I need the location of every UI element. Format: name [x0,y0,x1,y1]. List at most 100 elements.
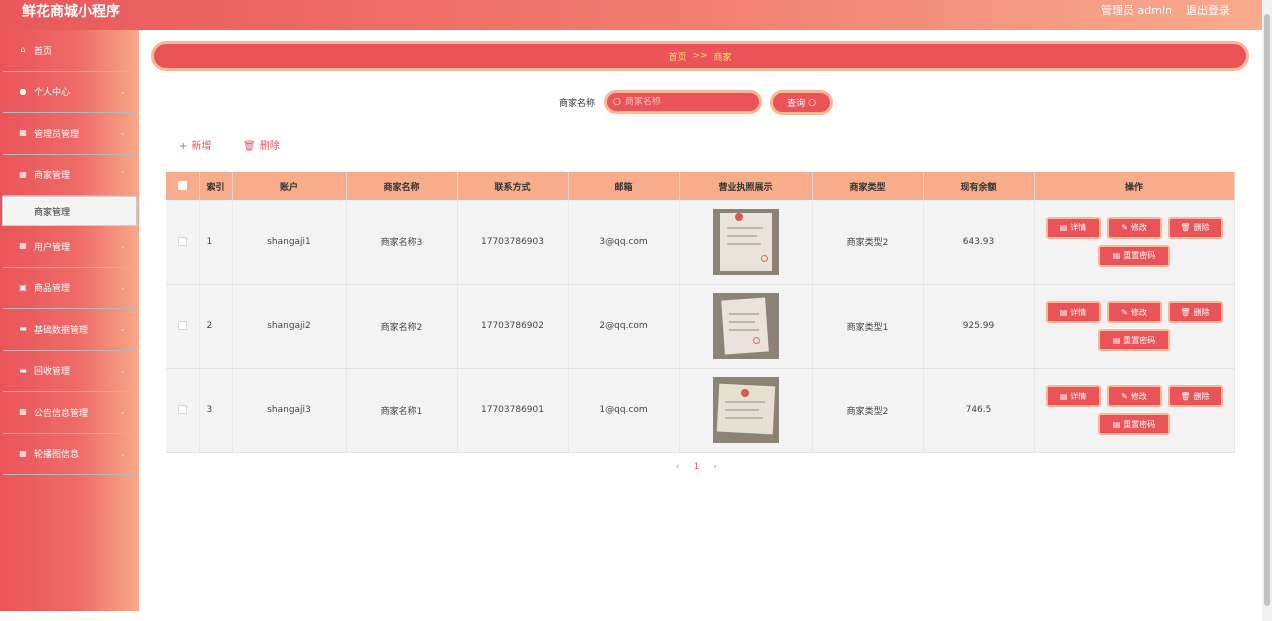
ops-cell: ▤ 详情 ✎ 修改 🗑 删除 ▤ 重置密码 [1034,200,1235,285]
sidebar-item-label: 管理员管理 [34,129,80,140]
phone-cell: 17703786902 [457,284,569,369]
delete-button[interactable]: 🗑 删除 [1167,385,1223,407]
sidebar-item-label: 首页 [34,46,53,57]
email-cell: 1@qq.com [568,368,680,453]
scrollbar-thumb[interactable] [1264,14,1270,606]
row-checkbox[interactable] [177,405,187,414]
row-checkbox[interactable] [177,321,187,330]
license-cell [679,368,813,453]
next-page-button[interactable]: › [713,462,717,472]
detail-button[interactable]: ▤ 详情 [1045,385,1101,407]
row-select-cell [166,368,200,453]
pencil-icon: ✎ [1121,391,1128,401]
chevron-down-icon: ⌄ [119,241,126,250]
detail-button[interactable]: ▤ 详情 [1045,301,1101,323]
sidebar-item-label: 回收管理 [34,367,71,378]
column-header: 商家名称 [346,172,458,200]
license-line [726,234,757,237]
trash-icon: 🗑 [1180,223,1191,233]
select-all-checkbox[interactable] [177,181,187,190]
vertical-scrollbar[interactable] [1262,0,1272,621]
merchant-type-cell: 商家类型2 [812,368,924,453]
sidebar-item-users[interactable]: ▦ 用户管理 ⌄ [3,226,136,268]
page-number[interactable]: 1 [694,462,700,472]
table-row: 3 shangaji3 商家名称1 17703786901 1@qq.com 商… [166,368,1235,453]
delete-button[interactable]: 🗑 删除 [1167,301,1223,323]
reset-password-button[interactable]: ▤ 重置密码 [1098,244,1170,267]
merchant-name-cell: 商家名称1 [346,368,458,453]
table-header-row: 索引 账户 商家名称 联系方式 邮箱 营业执照展示 商家类型 现有余额 操作 [166,172,1235,200]
license-stamp [752,337,760,344]
pencil-icon: ✎ [1121,307,1128,317]
merchant-type-cell: 商家类型2 [812,200,924,285]
sidebar-item-carousel[interactable]: ▦ 轮播图信息 ⌄ [3,434,136,475]
home-icon: ⌂ [20,45,26,55]
row-select-cell [166,200,200,285]
reset-password-label: 重置密码 [1123,335,1156,345]
sidebar-item-profile[interactable]: ● 个人中心 ⌄ [3,72,136,113]
reset-password-button[interactable]: ▤ 重置密码 [1098,329,1170,351]
trash-icon: 🗑 [1180,307,1191,317]
detail-button-label: 详情 [1070,307,1087,317]
license-line [724,409,759,411]
edit-button[interactable]: ✎ 修改 [1106,385,1162,407]
delete-button[interactable]: 🗑 删除 [1167,216,1223,239]
license-line [728,313,759,315]
license-image[interactable] [712,293,779,359]
select-all-cell [166,172,200,200]
license-line [724,401,765,403]
breadcrumb-home[interactable]: 首页 [668,50,686,63]
detail-button[interactable]: ▤ 详情 [1045,216,1101,239]
row-actions: ▤ 详情 ✎ 修改 🗑 删除 ▤ 重置密码 [1043,385,1225,435]
edit-button-label: 修改 [1130,223,1147,233]
chevron-down-icon: ⌄ [119,282,126,292]
phone-cell: 17703786901 [457,368,569,453]
balance-cell: 925.99 [923,284,1035,369]
sidebar-item-basic-data[interactable]: ▬ 基础数据管理 ⌄ [3,309,136,351]
document-icon: ▤ [1059,307,1068,317]
sidebar-item-label: 个人中心 [34,88,71,99]
column-header: 联系方式 [457,172,569,200]
prev-page-button[interactable]: ‹ [676,462,680,472]
account-cell: shangaji3 [232,368,347,453]
row-select-cell [166,284,200,369]
delete-button-label: 删除 [259,141,280,152]
query-button[interactable]: 查询 ○ [770,90,833,115]
logout-link[interactable]: 退出登录 [1186,4,1230,18]
delete-button-label: 删除 [1193,307,1210,317]
edit-button[interactable]: ✎ 修改 [1106,216,1162,239]
sidebar-subitem-merchant-manage[interactable]: 商家管理 [2,196,137,226]
pencil-icon: ✎ [1121,223,1128,233]
sidebar: ⌂ 首页 ● 个人中心 ⌄ ▦ 管理员管理 ⌄ ▦ 商家管理 ⌃ 商家管理 ▦ … [0,30,139,611]
sidebar-item-goods[interactable]: ▣ 商品管理 ⌄ [3,268,136,309]
search-icon: ○ [613,97,621,107]
reset-password-button[interactable]: ▤ 重置密码 [1098,413,1170,435]
license-cell [679,284,813,369]
sidebar-item-home[interactable]: ⌂ 首页 [3,30,136,72]
license-image[interactable] [712,377,779,443]
row-checkbox[interactable] [177,236,187,246]
column-header: 营业执照展示 [679,172,813,200]
license-image[interactable] [712,208,779,275]
add-button[interactable]: + 新增 [179,137,211,152]
sidebar-item-merchants[interactable]: ▦ 商家管理 ⌃ [3,155,136,196]
sidebar-item-label: 轮播图信息 [34,450,80,461]
sidebar-item-recycle[interactable]: ▬ 回收管理 ⌄ [3,351,136,392]
sidebar-item-admins[interactable]: ▦ 管理员管理 ⌄ [3,113,136,155]
merchant-name-cell: 商家名称2 [346,284,458,369]
grid-icon: ▦ [19,448,27,458]
document-icon: ▤ [1059,223,1068,233]
sidebar-item-notices[interactable]: ▦ 公告信息管理 ⌄ [3,392,136,434]
grid-icon: ▦ [19,241,27,251]
license-line [728,321,755,323]
person-icon: ● [19,86,27,96]
app-title: 鲜花商城小程序 [22,4,120,20]
edit-button[interactable]: ✎ 修改 [1106,301,1162,323]
merchant-table: 索引 账户 商家名称 联系方式 邮箱 营业执照展示 商家类型 现有余额 操作 1… [166,172,1235,453]
search-input[interactable] [624,97,745,107]
chevron-down-icon: ⌄ [119,324,126,333]
top-bar: 鲜花商城小程序 管理员 admin 退出登录 [0,0,1262,30]
column-header: 商家类型 [812,172,924,200]
batch-delete-button[interactable]: 🗑 删除 [243,137,280,152]
add-button-label: 新增 [191,141,212,152]
